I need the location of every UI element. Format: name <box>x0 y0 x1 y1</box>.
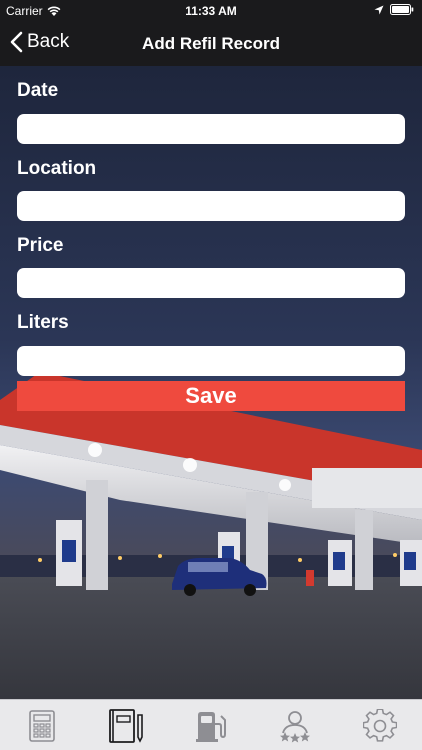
location-field[interactable] <box>17 191 405 221</box>
liters-field[interactable] <box>17 346 405 376</box>
price-field[interactable] <box>17 268 405 298</box>
tab-fuel[interactable] <box>181 706 241 746</box>
tab-bar <box>0 699 422 750</box>
save-button[interactable]: Save <box>17 381 405 411</box>
fuel-pump-icon <box>195 711 226 742</box>
tab-calculator[interactable] <box>12 706 72 746</box>
battery-icon <box>390 4 414 15</box>
price-label: Price <box>17 235 64 256</box>
refill-form: Date Location Price Liters <box>17 66 405 376</box>
notebook-icon <box>108 708 143 743</box>
location-label: Location <box>17 158 97 179</box>
tab-ratings[interactable] <box>265 706 325 746</box>
calculator-icon <box>29 709 55 742</box>
location-arrow-icon <box>374 5 384 14</box>
date-field[interactable] <box>17 114 405 144</box>
status-right <box>374 4 414 15</box>
status-time: 11:33 AM <box>185 4 237 18</box>
user-ratings-icon <box>280 710 311 742</box>
tab-records[interactable] <box>97 706 157 746</box>
page-title: Add Refil Record <box>142 34 280 53</box>
gear-icon <box>362 708 397 742</box>
screen: Carrier 11:33 AM Back Add Refil Record D… <box>0 0 422 750</box>
status-bar: Carrier 11:33 AM <box>0 0 422 22</box>
liters-label: Liters <box>17 312 69 333</box>
tab-settings[interactable] <box>350 706 410 746</box>
navigation-bar: Back Add Refil Record <box>0 22 422 66</box>
date-label: Date <box>17 80 59 101</box>
